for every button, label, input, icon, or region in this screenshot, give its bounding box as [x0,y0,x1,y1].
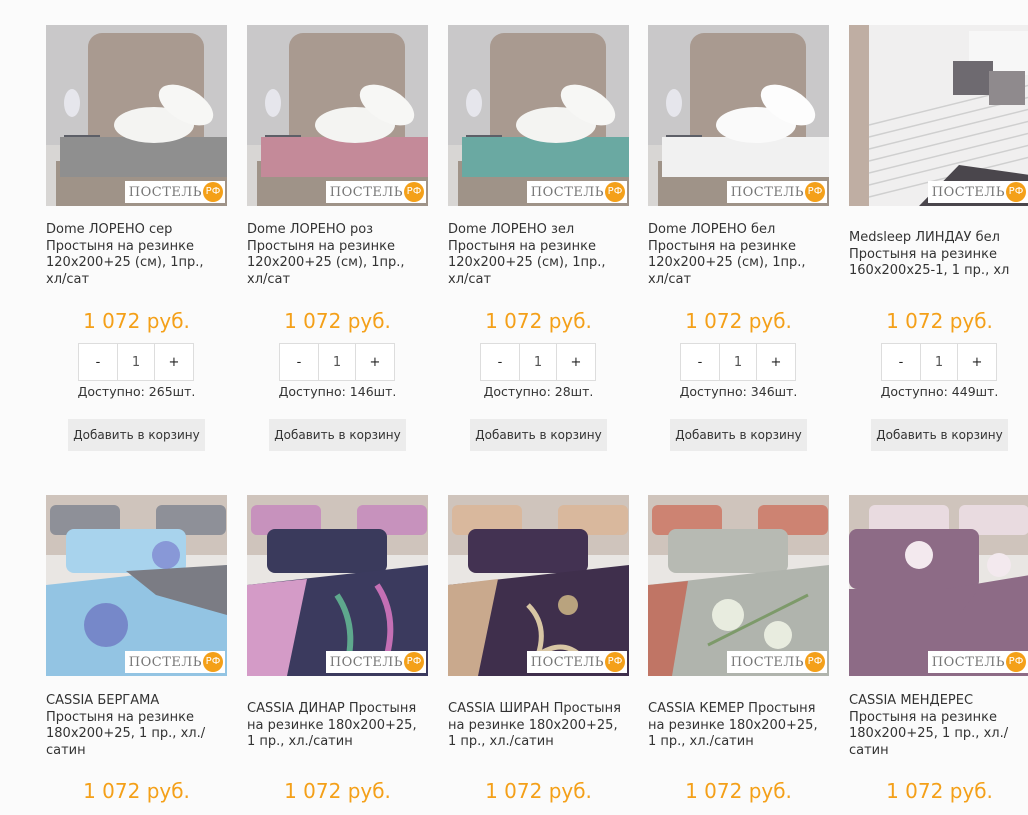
brand-logo: ПОСТЕЛЬ РФ [526,181,627,203]
product-image[interactable]: ПОСТЕЛЬ РФ [849,495,1028,676]
availability-text: Доступно: 28шт. [483,384,594,399]
brand-logo: ПОСТЕЛЬ РФ [325,651,426,673]
product-title[interactable]: Dome ЛОРЕНО бел Простыня на резинке 120х… [648,222,826,288]
product-image[interactable]: ПОСТЕЛЬ РФ [448,495,629,676]
decrease-button[interactable]: - [681,344,719,380]
quantity-input[interactable]: 1 [117,344,155,380]
product-image[interactable]: ПОСТЕЛЬ РФ [46,25,227,206]
product-price: 1 072 руб. [886,779,993,803]
product-title[interactable]: Dome ЛОРЕНО сер Простыня на резинке 120х… [46,222,224,288]
quantity-input[interactable]: 1 [318,344,356,380]
brand-logo: ПОСТЕЛЬ РФ [927,651,1028,673]
quantity-stepper: - 1 + [279,343,395,381]
decrease-button[interactable]: - [882,344,920,380]
product-image[interactable]: ПОСТЕЛЬ РФ [849,25,1028,206]
product-title[interactable]: Dome ЛОРЕНО зел Простыня на резинке 120х… [448,222,626,288]
availability-text: Доступно: 265шт. [77,384,196,399]
product-grid: ПОСТЕЛЬ РФ Dome ЛОРЕНО сер Простыня на ре… [0,0,1028,815]
brand-logo: ПОСТЕЛЬ РФ [526,651,627,673]
add-to-cart-button[interactable]: Добавить в корзину [470,419,607,451]
product-title[interactable]: CASSIA МЕНДЕРЕС Простыня на резинке 180х… [849,693,1027,759]
product-title[interactable]: Medsleep ЛИНДАУ бел Простыня на резинке … [849,230,1028,280]
increase-button[interactable]: + [757,344,795,380]
quantity-input[interactable]: 1 [719,344,757,380]
add-to-cart-button[interactable]: Добавить в корзину [269,419,406,451]
brand-logo: ПОСТЕЛЬ РФ [124,181,225,203]
decrease-button[interactable]: - [280,344,318,380]
brand-logo: ПОСТЕЛЬ РФ [927,181,1028,203]
increase-button[interactable]: + [557,344,595,380]
brand-logo: ПОСТЕЛЬ РФ [726,651,827,673]
brand-logo: ПОСТЕЛЬ РФ [124,651,225,673]
sheet-shape [662,137,829,177]
product-image[interactable]: ПОСТЕЛЬ РФ [648,495,829,676]
decrease-button[interactable]: - [79,344,117,380]
product-image[interactable]: ПОСТЕЛЬ РФ [648,25,829,206]
product-title[interactable]: CASSIA БЕРГАМА Простыня на резинке 180х2… [46,693,224,759]
availability-text: Доступно: 449шт. [880,384,999,399]
product-image[interactable]: ПОСТЕЛЬ РФ [247,495,428,676]
decrease-button[interactable]: - [481,344,519,380]
increase-button[interactable]: + [155,344,193,380]
product-price: 1 072 руб. [284,779,391,803]
brand-logo: ПОСТЕЛЬ РФ [325,181,426,203]
product-image[interactable]: ПОСТЕЛЬ РФ [247,25,428,206]
add-to-cart-button[interactable]: Добавить в корзину [670,419,807,451]
product-price: 1 072 руб. [284,309,391,333]
quantity-stepper: - 1 + [680,343,796,381]
product-price: 1 072 руб. [83,309,190,333]
sheet-shape [462,137,629,177]
sheet-shape [60,137,227,177]
product-price: 1 072 руб. [83,779,190,803]
product-image[interactable]: ПОСТЕЛЬ РФ [448,25,629,206]
add-to-cart-button[interactable]: Добавить в корзину [68,419,205,451]
product-title[interactable]: CASSIA ДИНАР Простыня на резинке 180х200… [247,701,425,751]
increase-button[interactable]: + [958,344,996,380]
product-price: 1 072 руб. [685,309,792,333]
product-price: 1 072 руб. [485,779,592,803]
product-title[interactable]: CASSIA КЕМЕР Простыня на резинке 180х200… [648,701,826,751]
sheet-shape [261,137,428,177]
increase-button[interactable]: + [356,344,394,380]
add-to-cart-button[interactable]: Добавить в корзину [871,419,1008,451]
product-price: 1 072 руб. [886,309,993,333]
product-title[interactable]: CASSIA ШИРАН Простыня на резинке 180х200… [448,701,626,751]
quantity-input[interactable]: 1 [920,344,958,380]
product-price: 1 072 руб. [685,779,792,803]
product-image[interactable]: ПОСТЕЛЬ РФ [46,495,227,676]
quantity-stepper: - 1 + [881,343,997,381]
availability-text: Доступно: 346шт. [679,384,798,399]
brand-logo: ПОСТЕЛЬ РФ [726,181,827,203]
quantity-stepper: - 1 + [78,343,194,381]
product-price: 1 072 руб. [485,309,592,333]
quantity-input[interactable]: 1 [519,344,557,380]
availability-text: Доступно: 146шт. [278,384,397,399]
product-title[interactable]: Dome ЛОРЕНО роз Простыня на резинке 120х… [247,222,425,288]
quantity-stepper: - 1 + [480,343,596,381]
